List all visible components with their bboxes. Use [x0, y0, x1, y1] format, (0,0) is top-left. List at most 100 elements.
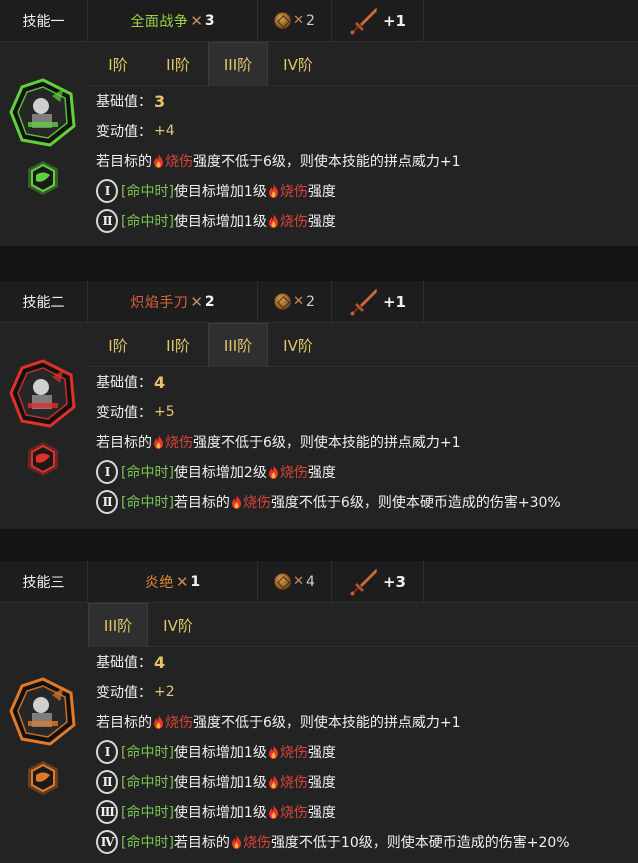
coin-count: 2: [305, 12, 315, 29]
effect-text: 若目标的: [173, 835, 230, 851]
coin-index-icon: Ⅱ: [96, 770, 118, 794]
burn-keyword[interactable]: 烧伤: [280, 742, 308, 762]
coin-icon: [274, 293, 292, 310]
burn-keyword[interactable]: 烧伤: [243, 492, 271, 512]
skill-block-three: 技能三 炎绝 ✕ 1 ✕ 4 +3 III阶 IV阶 基础值： 4 变动值： +2 若目标的 烧伤 强度不低于…: [0, 561, 638, 863]
skill-portrait-icon: [8, 78, 78, 148]
burn-flame-icon: [154, 435, 163, 449]
base-value-label: 基础值：: [96, 94, 152, 110]
skill-name-cell: 炽焰手刀 ✕ 2: [88, 281, 258, 322]
tab-tier-1[interactable]: III阶: [88, 603, 148, 647]
effect-row: Ⅱ [命中时] 若目标的 烧伤 强度不低于6级，则使本硬币造成的伤害+30%: [88, 487, 638, 517]
skill-multiplier-value: 1: [190, 573, 201, 590]
skill-icon-column: [0, 323, 88, 529]
trigger-tag: [命中时]: [121, 184, 174, 200]
skill-name-cell: 全面战争 ✕ 3: [88, 0, 258, 41]
header-spacer: [424, 561, 638, 602]
multiply-icon: ✕: [175, 572, 189, 591]
multiply-icon: ✕: [190, 11, 203, 30]
coin-count-cell: ✕ 2: [258, 0, 332, 41]
skill-affinity-icon: [25, 160, 61, 196]
base-value: 4: [154, 372, 166, 392]
burn-keyword[interactable]: 烧伤: [165, 151, 193, 171]
burn-keyword[interactable]: 烧伤: [280, 462, 308, 482]
tab-tier-2[interactable]: IV阶: [148, 603, 208, 647]
tab-tier-3[interactable]: III阶: [208, 323, 268, 367]
effect-text: 使目标增加2级: [173, 465, 267, 481]
base-value-row: 基础值： 4: [88, 367, 638, 397]
burn-keyword[interactable]: 烧伤: [280, 181, 308, 201]
effect-text: 强度: [307, 775, 336, 791]
burn-keyword[interactable]: 烧伤: [280, 211, 308, 231]
skill-detail: III阶 IV阶 基础值： 4 变动值： +2 若目标的 烧伤 强度不低于6级，则使本技能的拼点…: [88, 603, 638, 857]
tab-tier-4[interactable]: IV阶: [268, 323, 328, 367]
effect-text: 强度不低于10级，则使本硬币造成的伤害+20%: [270, 835, 570, 851]
burn-flame-icon: [268, 745, 278, 759]
burn-flame-icon: [268, 184, 278, 198]
attack-sword-icon: [350, 7, 377, 34]
coin-index-icon: Ⅱ: [96, 490, 118, 514]
effect-row: Ⅰ [命中时] 使目标增加2级 烧伤 强度: [88, 457, 638, 487]
skill-multiplier: ✕ 2: [190, 293, 214, 311]
burn-keyword[interactable]: 烧伤: [280, 802, 308, 822]
base-value-row: 基础值： 4: [88, 647, 638, 677]
effect-row: 若目标的 烧伤 强度不低于6级，则使本技能的拼点威力+1: [88, 146, 638, 176]
coin-index-icon: Ⅰ: [96, 740, 118, 764]
effect-text: 使目标增加1级: [173, 184, 267, 200]
attack-power-value: +3: [382, 572, 406, 591]
base-value: 3: [154, 91, 166, 111]
base-value-row: 基础值： 3: [88, 86, 638, 116]
attack-power-value: +1: [382, 11, 406, 30]
tab-tier-2[interactable]: II阶: [148, 323, 208, 367]
coin-count: 2: [305, 293, 315, 310]
effect-text: 强度: [307, 214, 336, 230]
effect-text: 使目标增加1级: [173, 805, 267, 821]
skill-affinity-icon: [25, 760, 61, 796]
burn-keyword[interactable]: 烧伤: [280, 772, 308, 792]
attack-sword-icon: [350, 568, 377, 595]
skill-multiplier: ✕ 3: [190, 12, 214, 30]
skill-slot-label: 技能二: [0, 281, 88, 322]
skill-slot-label: 技能三: [0, 561, 88, 602]
header-spacer: [424, 0, 638, 41]
effect-row: Ⅱ [命中时] 使目标增加1级 烧伤 强度: [88, 767, 638, 797]
variance-label: 变动值：: [96, 124, 152, 140]
burn-keyword[interactable]: 烧伤: [165, 712, 193, 732]
trigger-tag: [命中时]: [121, 465, 174, 481]
trigger-tag: [命中时]: [121, 775, 174, 791]
tab-tier-3[interactable]: III阶: [208, 42, 268, 86]
burn-flame-icon: [231, 495, 241, 509]
effect-row: Ⅰ [命中时] 使目标增加1级 烧伤 强度: [88, 737, 638, 767]
variance-value: +2: [154, 684, 175, 700]
burn-keyword[interactable]: 烧伤: [165, 432, 193, 452]
tab-tier-2[interactable]: II阶: [148, 42, 208, 86]
effect-text: 使目标增加1级: [173, 775, 267, 791]
tab-tier-4[interactable]: IV阶: [268, 42, 328, 86]
burn-keyword[interactable]: 烧伤: [243, 832, 271, 852]
burn-flame-icon: [154, 154, 163, 168]
burn-flame-icon: [231, 835, 241, 849]
trigger-tag: [命中时]: [121, 805, 174, 821]
trigger-tag: [命中时]: [121, 745, 174, 761]
coin-count: 4: [305, 573, 315, 590]
multiply-icon: ✕: [293, 13, 304, 28]
tab-tier-1[interactable]: I阶: [88, 42, 148, 86]
skill-multiplier-value: 2: [204, 293, 215, 310]
effect-row: Ⅲ [命中时] 使目标增加1级 烧伤 强度: [88, 797, 638, 827]
multiply-icon: ✕: [190, 292, 203, 311]
skill-name-cell: 炎绝 ✕ 1: [88, 561, 258, 602]
burn-flame-icon: [268, 465, 278, 479]
coin-index-icon: Ⅰ: [96, 179, 118, 203]
effect-row: 若目标的 烧伤 强度不低于6级，则使本技能的拼点威力+1: [88, 427, 638, 457]
variance-row: 变动值： +2: [88, 677, 638, 707]
burn-flame-icon: [154, 715, 163, 729]
effect-row: Ⅱ [命中时] 使目标增加1级 烧伤 强度: [88, 206, 638, 236]
tab-tier-1[interactable]: I阶: [88, 323, 148, 367]
skill-name: 炎绝: [144, 574, 174, 591]
effect-text: 强度不低于6级，则使本技能的拼点威力+1: [193, 435, 461, 451]
variance-row: 变动值： +5: [88, 397, 638, 427]
effect-text: 强度: [307, 805, 336, 821]
multiply-icon: ✕: [293, 574, 304, 589]
base-value: 4: [154, 652, 166, 672]
coin-icon: [274, 573, 292, 590]
